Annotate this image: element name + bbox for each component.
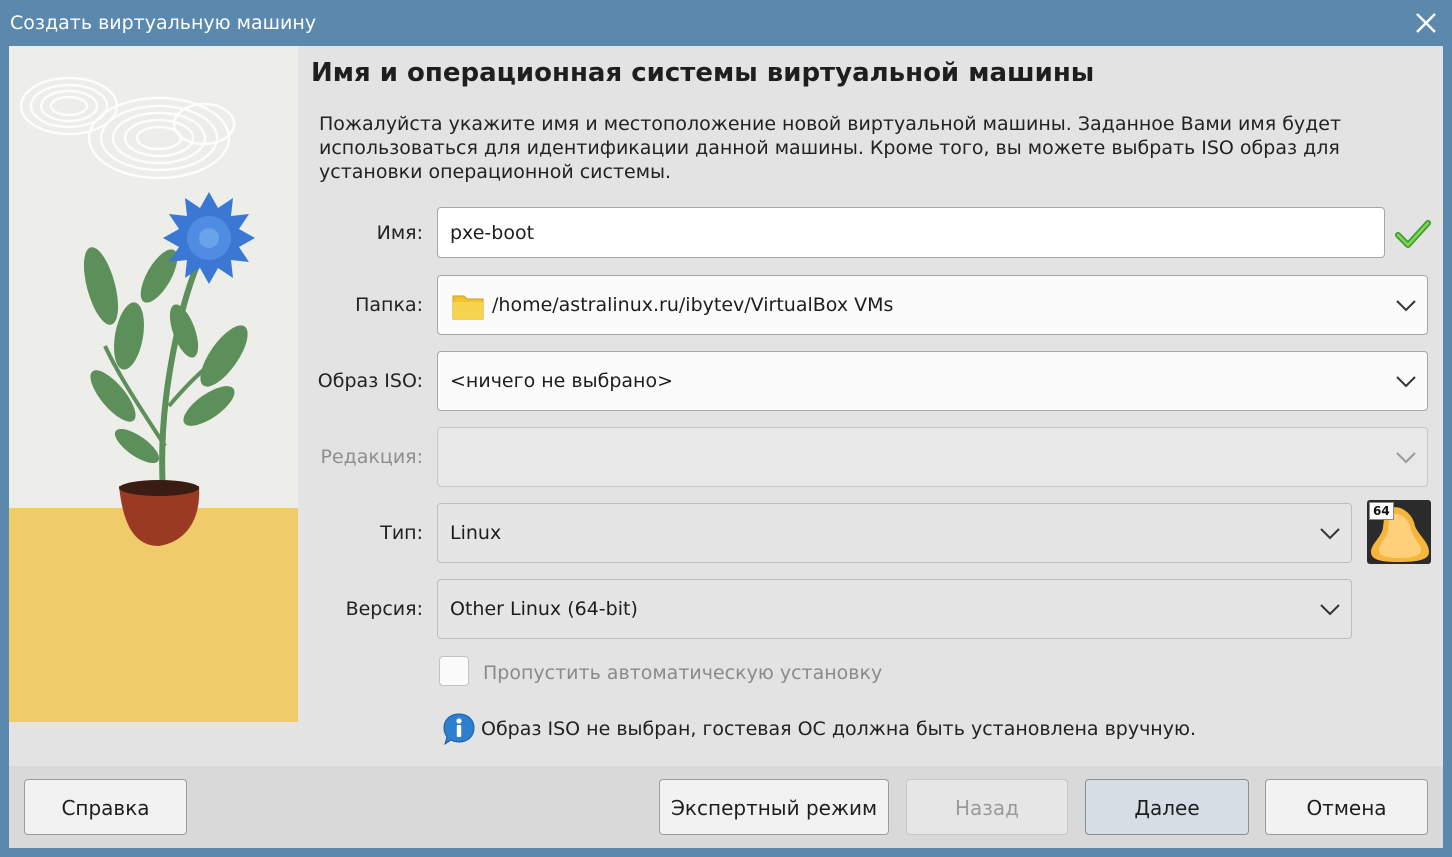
page-title: Имя и операционная системы виртуальной м… [311, 58, 1095, 88]
expert-mode-button[interactable]: Экспертный режим [659, 779, 889, 835]
chevron-down-icon [1320, 528, 1340, 540]
cancel-button[interactable]: Отмена [1265, 779, 1428, 835]
edition-label: Редакция: [320, 446, 423, 468]
version-label: Версия: [345, 598, 423, 620]
wizard-content: Имя и операционная системы виртуальной м… [9, 46, 1443, 766]
chevron-down-icon [1396, 452, 1416, 464]
version-combo[interactable]: Other Linux (64-bit) [437, 579, 1352, 639]
name-label: Имя: [376, 222, 423, 244]
version-value: Other Linux (64-bit) [450, 598, 638, 620]
window-title: Создать виртуальную машину [10, 12, 317, 34]
skip-unattended-checkbox[interactable] [439, 656, 469, 686]
folder-label: Папка: [355, 294, 423, 316]
edition-combo [437, 427, 1428, 487]
iso-combo[interactable]: <ничего не выбрано> [437, 351, 1428, 411]
chevron-down-icon [1396, 376, 1416, 388]
folder-combo[interactable]: /home/astralinux.ru/ibytev/VirtualBox VM… [437, 275, 1428, 335]
info-message: Образ ISO не выбран, гостевая ОС должна … [481, 718, 1196, 740]
close-icon[interactable] [1408, 6, 1444, 40]
folder-icon [452, 295, 484, 320]
type-label: Тип: [380, 522, 423, 544]
linux-os-icon: 64 [1367, 500, 1431, 564]
next-button[interactable]: Далее [1085, 779, 1249, 835]
chevron-down-icon [1320, 604, 1340, 616]
iso-value: <ничего не выбрано> [450, 370, 673, 392]
name-input[interactable]: pxe-boot [437, 207, 1385, 258]
info-icon [443, 713, 475, 746]
create-vm-dialog: Создать виртуальную машину Имя и операци… [0, 0, 1452, 857]
os-64bit-badge: 64 [1369, 502, 1394, 520]
back-button: Назад [906, 779, 1068, 835]
chevron-down-icon [1396, 300, 1416, 312]
help-button[interactable]: Справка [24, 779, 187, 835]
skip-unattended-label[interactable]: Пропустить автоматическую установку [483, 662, 882, 684]
folder-value: /home/astralinux.ru/ibytev/VirtualBox VM… [492, 294, 894, 316]
button-bar: Справка Экспертный режим Назад Далее Отм… [9, 766, 1443, 848]
checkmark-icon [1395, 220, 1431, 248]
page-description: Пожалуйста укажите имя и местоположение … [319, 113, 1342, 183]
iso-label: Образ ISO: [317, 370, 423, 392]
type-value: Linux [450, 522, 502, 544]
titlebar: Создать виртуальную машину [0, 0, 1452, 46]
name-value: pxe-boot [450, 222, 535, 244]
type-combo[interactable]: Linux [437, 503, 1352, 563]
